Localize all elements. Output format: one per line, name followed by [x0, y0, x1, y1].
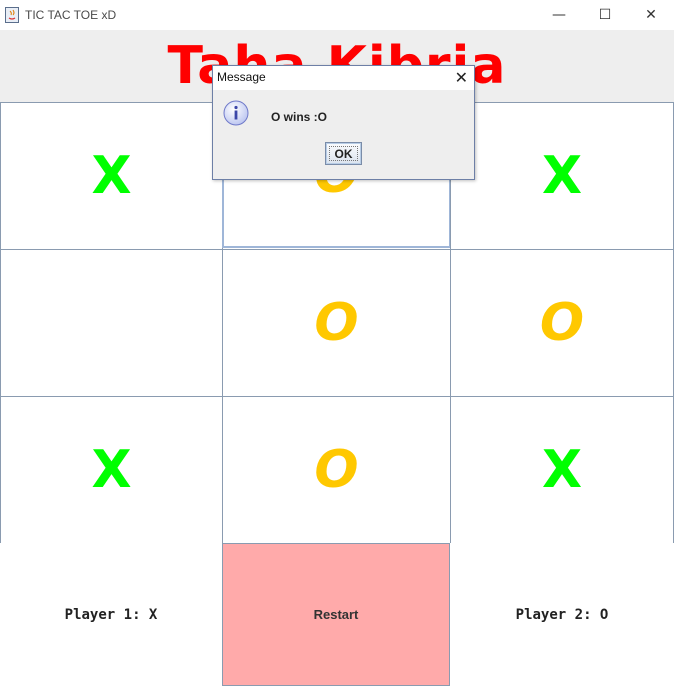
board-cell-7[interactable]: X: [0, 396, 223, 544]
board-cell-5[interactable]: O: [222, 249, 451, 397]
java-app-icon: [5, 7, 19, 23]
cell-mark: X: [91, 146, 132, 206]
board-cell-1[interactable]: X: [0, 102, 223, 250]
minimize-button[interactable]: —: [536, 0, 582, 30]
maximize-button[interactable]: ☐: [582, 0, 628, 30]
cell-mark: X: [91, 440, 132, 500]
restart-button[interactable]: Restart: [222, 543, 450, 686]
cell-mark: X: [541, 440, 583, 500]
dialog-message: O wins :O: [271, 110, 328, 124]
dialog-close-button[interactable]: ✕: [455, 68, 468, 87]
focus-ring: [329, 146, 358, 161]
board-cell-9[interactable]: X: [450, 396, 674, 544]
info-icon: [223, 100, 249, 126]
cell-mark: O: [539, 293, 585, 353]
cell-mark: O: [314, 440, 359, 500]
cell-mark: O: [314, 293, 359, 353]
cell-mark: X: [541, 146, 583, 206]
window-titlebar: TIC TAC TOE xD — ☐ ✕: [0, 0, 674, 30]
board-cell-8[interactable]: O: [222, 396, 451, 544]
dialog-title: Message: [217, 70, 266, 84]
board-cell-4[interactable]: [0, 249, 223, 397]
player1-label: Player 1: X: [0, 543, 222, 686]
window-title: TIC TAC TOE xD: [25, 8, 117, 22]
control-row: Player 1: X Restart Player 2: O: [0, 543, 674, 686]
player2-label: Player 2: O: [450, 543, 674, 686]
message-dialog: Message ✕ O wins :O OK: [212, 65, 475, 180]
board-cell-6[interactable]: O: [450, 249, 674, 397]
board-cell-3[interactable]: X: [450, 102, 674, 250]
ok-button[interactable]: OK: [325, 142, 362, 165]
dialog-titlebar: Message ✕: [213, 66, 474, 90]
close-button[interactable]: ✕: [628, 0, 674, 30]
